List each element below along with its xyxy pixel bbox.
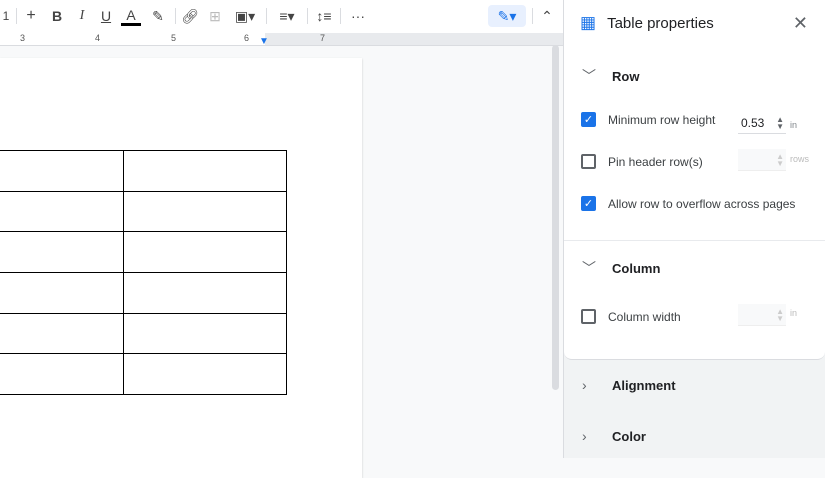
document-area [0,45,563,478]
more-button[interactable]: ··· [348,6,368,26]
min-row-height-checkbox[interactable]: ✓ [581,112,596,127]
min-row-height-input[interactable]: 0.53 ▲ ▼ [738,112,786,134]
insert-image-icon[interactable]: ▣▾ [230,6,260,26]
unit-label: rows [790,154,810,164]
pin-header-option[interactable]: Pin header row(s) [581,154,703,169]
text-color-button[interactable]: A [121,6,141,26]
highlight-icon[interactable]: ✎ [149,6,167,26]
unit-label: in [790,120,798,130]
collapse-icon[interactable]: ⌃ [538,6,556,26]
overflow-option[interactable]: ✓ Allow row to overflow across pages [581,196,795,211]
chevron-down-icon: ﹀ [582,68,596,84]
table-icon: ▦ [580,13,597,32]
ruler-mark: 4 [95,33,101,43]
chevron-right-icon: › [582,428,587,444]
close-icon[interactable]: ✕ [793,13,808,34]
column-width-checkbox[interactable] [581,309,596,324]
bold-button[interactable]: B [48,6,66,26]
chevron-right-icon: › [582,377,587,393]
overflow-checkbox[interactable]: ✓ [581,196,596,211]
pin-header-checkbox[interactable] [581,154,596,169]
ruler-mark: 7 [320,33,326,43]
column-width-option[interactable]: Column width [581,309,681,324]
chevron-down-icon: ﹀ [582,260,596,276]
pin-header-input[interactable]: ▲ ▼ [738,149,786,171]
min-row-height-option[interactable]: ✓ Minimum row height [581,112,715,127]
table-properties-panel: ▦ Table properties ✕ ﹀ Row ✓ Minimum row h… [563,0,825,458]
scrollbar[interactable] [552,45,559,390]
toolbar: 1 + B I U A ✎ 🔗︎ ⊞ ▣▾ ≡▾ ↕≡ ··· ✎▾ ⌃ [0,0,563,33]
ruler[interactable]: 3 4 5 6 7 ▼ [0,33,563,47]
section-column[interactable]: ﹀ Column [582,258,660,278]
ruler-mark: 3 [20,33,26,43]
ruler-mark: 5 [171,33,177,43]
section-row[interactable]: ﹀ Row [582,66,639,86]
unit-label: in [790,308,798,318]
section-color[interactable]: › Color [582,428,646,444]
ruler-mark: 6 [244,33,250,43]
line-spacing-icon[interactable]: ↕≡ [313,6,335,26]
font-size-input[interactable]: 1 [0,6,12,26]
comment-icon[interactable]: ⊞ [206,6,224,26]
section-alignment[interactable]: › Alignment [582,377,676,393]
underline-button[interactable]: U [97,6,115,26]
align-icon[interactable]: ≡▾ [272,6,302,26]
document-table[interactable] [0,150,287,396]
link-icon[interactable]: 🔗︎ [180,6,200,26]
increase-font-size-button[interactable]: + [22,6,40,26]
italic-button[interactable]: I [73,6,91,26]
column-width-input[interactable]: ▲ ▼ [738,304,786,326]
panel-title: Table properties [607,14,714,32]
document-page[interactable] [0,58,362,478]
editing-mode-icon[interactable]: ✎▾ [488,5,526,27]
